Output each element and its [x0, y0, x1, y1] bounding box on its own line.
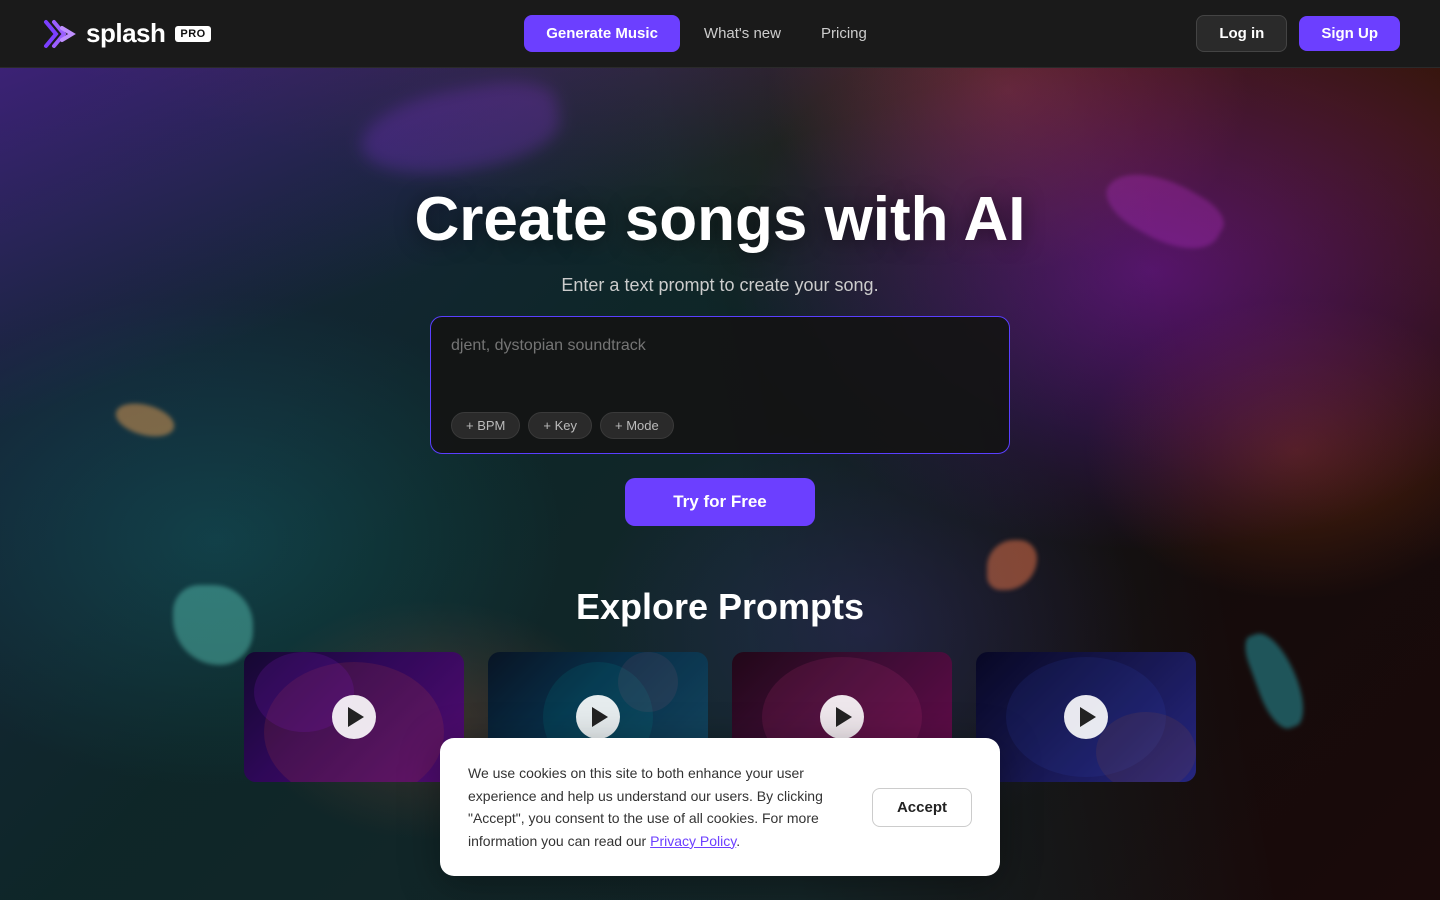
navbar-right: Log in Sign Up — [1196, 15, 1400, 52]
prompt-input[interactable] — [451, 337, 989, 397]
privacy-policy-link[interactable]: Privacy Policy — [650, 833, 736, 849]
cookie-message: We use cookies on this site to both enha… — [468, 762, 852, 852]
cookie-period: . — [736, 833, 740, 849]
hero-title: Create songs with AI — [415, 186, 1026, 254]
splash-logo-icon — [40, 18, 78, 50]
whats-new-link[interactable]: What's new — [688, 17, 797, 50]
key-chip[interactable]: + Key — [528, 412, 592, 439]
play-icon-1 — [348, 707, 364, 727]
prompt-chips: + BPM + Key + Mode — [451, 412, 989, 439]
try-for-free-button[interactable]: Try for Free — [625, 478, 815, 526]
play-button-2[interactable] — [576, 695, 620, 739]
logo-pro-badge: PRO — [175, 26, 210, 42]
signup-button[interactable]: Sign Up — [1299, 16, 1400, 51]
mode-chip[interactable]: + Mode — [600, 412, 674, 439]
logo-area: splash PRO — [40, 18, 211, 50]
prompt-box: + BPM + Key + Mode — [430, 316, 1010, 454]
cookie-banner: We use cookies on this site to both enha… — [440, 738, 1000, 876]
navbar-center: Generate Music What's new Pricing — [524, 15, 883, 52]
hero-subtitle: Enter a text prompt to create your song. — [561, 275, 878, 296]
bpm-chip[interactable]: + BPM — [451, 412, 520, 439]
splash-decor-6 — [355, 73, 566, 187]
login-button[interactable]: Log in — [1196, 15, 1287, 52]
navbar: splash PRO Generate Music What's new Pri… — [0, 0, 1440, 68]
play-icon-3 — [836, 707, 852, 727]
accept-cookies-button[interactable]: Accept — [872, 788, 972, 827]
logo-text: splash — [86, 18, 165, 49]
splash-decor-5 — [112, 398, 178, 443]
play-icon-4 — [1080, 707, 1096, 727]
hero-content: Create songs with AI Enter a text prompt… — [370, 186, 1070, 525]
splash-decor-3 — [1097, 154, 1231, 266]
card-overlay-4 — [976, 652, 1196, 782]
play-button-1[interactable] — [332, 695, 376, 739]
explore-title: Explore Prompts — [0, 586, 1440, 628]
play-button-4[interactable] — [1064, 695, 1108, 739]
pricing-link[interactable]: Pricing — [805, 17, 883, 50]
generate-music-button[interactable]: Generate Music — [524, 15, 680, 52]
play-button-3[interactable] — [820, 695, 864, 739]
explore-card-1[interactable] — [244, 652, 464, 782]
play-icon-2 — [592, 707, 608, 727]
explore-card-4[interactable] — [976, 652, 1196, 782]
cookie-message-text: We use cookies on this site to both enha… — [468, 765, 823, 848]
card-overlay-1 — [244, 652, 464, 782]
